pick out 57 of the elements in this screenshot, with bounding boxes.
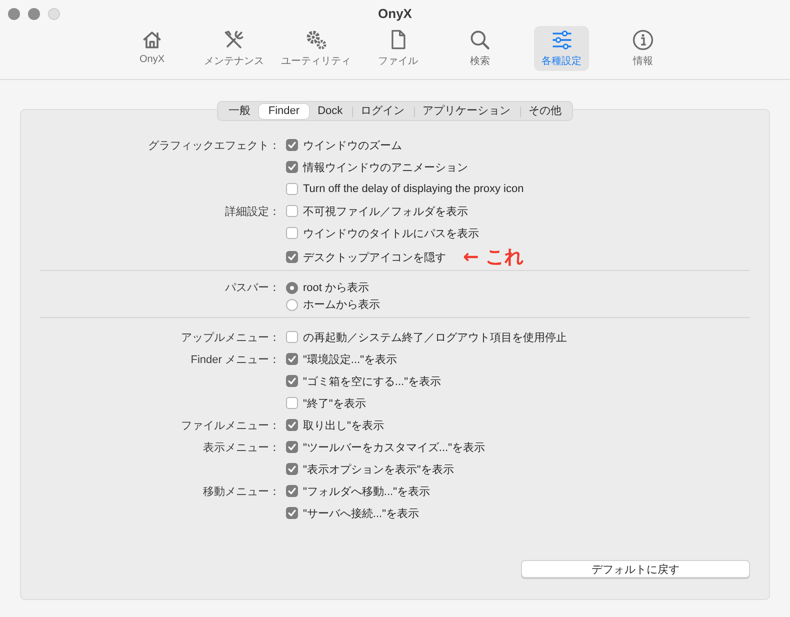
setting-label: グラフィックエフェクト：	[148, 140, 280, 152]
option-label: "フォルダへ移動..."を表示	[303, 484, 430, 498]
option-label: "環境設定..."を表示	[303, 352, 397, 366]
option-label: の再起動／システム終了／ログアウト項目を使用停止	[303, 330, 567, 344]
option-label: 不可視ファイル／フォルダを表示	[303, 204, 468, 218]
checkbox[interactable]	[286, 397, 298, 409]
radio-button[interactable]	[286, 282, 298, 294]
tab[interactable]: Finder	[259, 104, 309, 118]
setting-label: アップルメニュー：	[181, 332, 280, 344]
checkbox[interactable]	[286, 485, 298, 497]
checkbox[interactable]	[286, 441, 298, 453]
tab[interactable]: 一般	[219, 104, 260, 118]
setting-label: 移動メニュー：	[203, 486, 280, 498]
option-label: 情報ウインドウのアニメーション	[303, 160, 468, 174]
checkbox[interactable]	[286, 463, 298, 475]
option-label: "ツールバーをカスタマイズ..."を表示	[303, 440, 485, 454]
checkbox[interactable]	[286, 507, 298, 519]
option-label: ホームから表示	[303, 298, 380, 312]
restore-defaults-button[interactable]: デフォルトに戻す	[521, 560, 750, 578]
option-label: ウインドウのタイトルにパスを表示	[303, 226, 479, 240]
checkbox[interactable]	[286, 227, 298, 239]
checkbox[interactable]	[286, 375, 298, 387]
toolbar-tab[interactable]: 情報	[597, 26, 689, 71]
checkbox[interactable]	[286, 331, 298, 343]
option-label: 取り出し"を表示	[303, 418, 384, 432]
radio-button[interactable]	[286, 298, 298, 310]
option-label: デスクトップアイコンを隠す	[303, 250, 446, 264]
tab[interactable]: アプリケーション	[414, 104, 520, 118]
setting-label: Finder メニュー：	[190, 354, 280, 366]
window-title: OnyX	[378, 6, 412, 21]
option-label: Turn off the delay of displaying the proxy icon	[303, 183, 524, 195]
close-button[interactable]	[8, 8, 20, 20]
option-label: ウインドウのズーム	[303, 138, 402, 152]
checkbox[interactable]	[286, 161, 298, 173]
checkbox[interactable]	[286, 205, 298, 217]
annotation-text: ← これ	[463, 245, 524, 270]
checkbox[interactable]	[286, 419, 298, 431]
option-label: "ゴミ箱を空にする..."を表示	[303, 374, 441, 388]
search-icon	[468, 28, 492, 52]
info-icon	[631, 28, 655, 52]
checkbox[interactable]	[286, 353, 298, 365]
setting-label: パスバー：	[225, 282, 280, 294]
setting-label: 詳細設定：	[225, 206, 280, 218]
setting-label: 表示メニュー：	[203, 442, 280, 454]
checkbox[interactable]	[286, 251, 298, 263]
setting-label: ファイルメニュー：	[181, 420, 280, 432]
tab[interactable]: その他	[520, 104, 571, 118]
option-label: root から表示	[303, 281, 370, 295]
checkbox[interactable]	[286, 139, 298, 151]
option-label: "終了"を表示	[303, 396, 366, 410]
gears-icon	[304, 28, 328, 52]
minimize-button[interactable]	[28, 8, 40, 20]
checkbox[interactable]	[286, 183, 298, 195]
tab[interactable]: Dock	[308, 104, 352, 118]
tab[interactable]: ログイン	[352, 104, 414, 118]
option-label: "サーバへ接続..."を表示	[303, 506, 419, 520]
option-label: "表示オプションを表示"を表示	[303, 462, 454, 476]
